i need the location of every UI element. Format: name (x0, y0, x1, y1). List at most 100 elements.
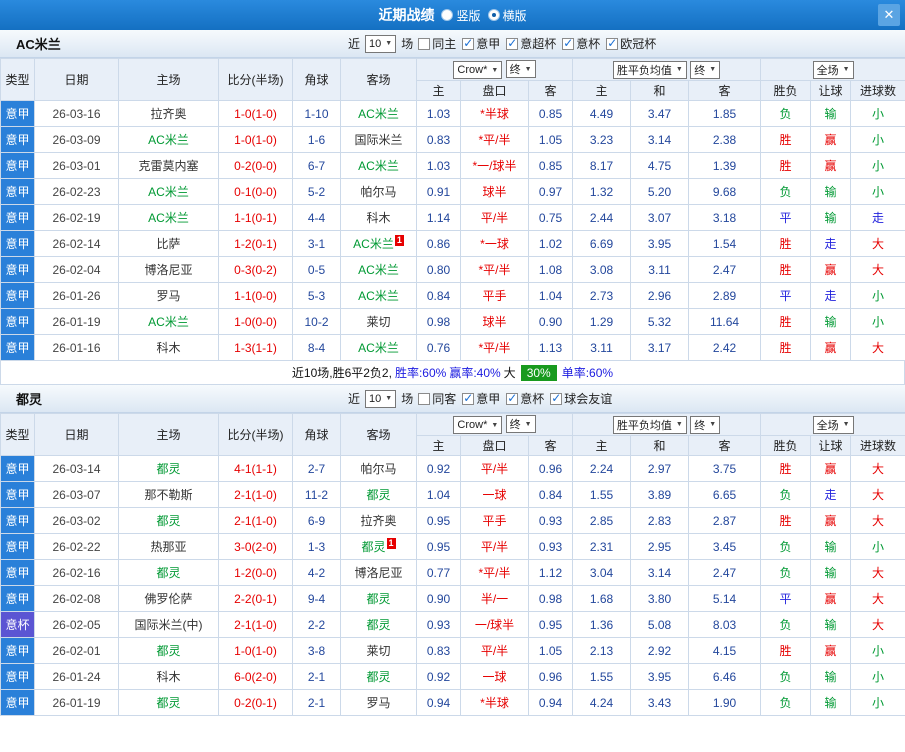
avg-draw-cell: 2.96 (630, 282, 690, 309)
filter-checkbox[interactable]: 球会友谊 (550, 390, 612, 407)
goals-cell: 小 (850, 100, 905, 127)
avg-final-select[interactable]: 终 ▼ (690, 60, 721, 79)
close-button[interactable]: ✕ (878, 4, 900, 26)
checkbox-checked-icon (562, 36, 575, 50)
col-handicap: 盘口 (460, 80, 529, 101)
team-name: AC米兰 (353, 237, 394, 251)
matches-table: 类型 日期 主场 比分(半场) 角球 客场 Crow* ▼ 终 ▼ 胜平负均值 ▼ 终… (0, 58, 905, 361)
score-cell: 1-1(0-1) (218, 204, 293, 231)
match-row: 意甲 26-03-09 AC米兰 1-0(1-0) 1-6 国际米兰 0.83 *平/半 1.0… (0, 126, 905, 153)
filter-checkbox[interactable]: 意甲 (462, 390, 500, 407)
filter-checkbox[interactable]: 意杯 (506, 390, 544, 407)
corner-cell: 10-2 (292, 308, 341, 335)
odds-source-select[interactable]: Crow* ▼ (453, 61, 503, 79)
avg-home-cell: 3.08 (572, 256, 632, 283)
filter-checkbox[interactable]: 意杯 (562, 35, 600, 52)
col-away: 客场 (340, 58, 417, 101)
goals-cell: 大 (850, 611, 905, 638)
odds-group-header: Crow* ▼ 终 ▼ (415, 58, 574, 81)
avg-draw-cell: 2.83 (630, 507, 690, 534)
avg-away-cell: 6.46 (688, 663, 762, 690)
match-type-cell: 意甲 (0, 637, 35, 664)
let-result-cell: 输 (810, 559, 852, 586)
team-name: 都灵 (366, 592, 391, 606)
scope-select[interactable]: 全场 ▼ (812, 415, 854, 434)
date-cell: 26-01-19 (34, 308, 119, 335)
avg-final-select[interactable]: 终 ▼ (690, 415, 721, 434)
avg-away-cell: 2.47 (688, 256, 762, 283)
col-avg-draw: 和 (630, 435, 690, 456)
col-odds-away: 客 (527, 80, 574, 101)
team-name: 拉齐奥 (360, 514, 397, 528)
score-cell: 0-1(0-0) (218, 178, 293, 205)
avg-draw-cell: 3.47 (630, 100, 690, 127)
goals-cell: 小 (850, 533, 905, 560)
odds-away-cell: 0.93 (527, 533, 574, 560)
away-team-cell: 国际米兰 (340, 126, 417, 153)
filter-checkbox[interactable]: 意甲 (462, 35, 500, 52)
handicap-cell: 球半 (460, 178, 529, 205)
home-team-cell: 那不勒斯 (118, 481, 219, 508)
let-result-cell: 赢 (810, 334, 852, 361)
result-cell: 胜 (760, 308, 812, 335)
radio-vertical-layout[interactable]: 竖版 (441, 7, 481, 24)
result-cell: 负 (760, 100, 812, 127)
radio-icon (441, 9, 454, 21)
filter-checkbox[interactable]: 欧冠杯 (606, 35, 656, 52)
result-cell: 胜 (760, 256, 812, 283)
score-cell: 0-2(0-0) (218, 152, 293, 179)
date-cell: 26-02-22 (34, 533, 119, 560)
match-count-select[interactable]: 10 ▼ (365, 34, 397, 53)
avg-away-cell: 1.85 (688, 100, 762, 127)
away-team-cell: AC米兰 (340, 256, 417, 283)
filter-prefix: 近 (348, 37, 361, 51)
avg-source-select[interactable]: 胜平负均值 ▼ (612, 60, 687, 79)
filter-checkbox[interactable]: 意超杯 (506, 35, 556, 52)
radio-horizontal-layout[interactable]: 横版 (487, 7, 527, 24)
let-result-cell: 输 (810, 308, 852, 335)
date-cell: 26-03-09 (34, 126, 119, 153)
select-value: 全场 (816, 64, 839, 77)
chevron-down-icon: ▼ (842, 421, 850, 428)
handicap-cell: 平/半 (460, 204, 529, 231)
corner-cell: 4-4 (292, 204, 341, 231)
team-name: 国际米兰(中) (134, 618, 203, 632)
avg-away-cell: 1.90 (688, 689, 762, 716)
odds-away-cell: 1.08 (527, 256, 574, 283)
corner-cell: 4-2 (292, 559, 341, 586)
odds-final-select[interactable]: 终 ▼ (505, 415, 536, 433)
odds-away-cell: 1.12 (527, 559, 574, 586)
result-cell: 负 (760, 611, 812, 638)
let-result-cell: 输 (810, 663, 852, 690)
filter-checkbox[interactable]: 同客 (418, 390, 456, 407)
filter-checkbox[interactable]: 同主 (418, 35, 456, 52)
section-torino: 都灵 近 10 ▼ 场 同客意甲意杯球会友谊 类型 日期 主场 比分(半场) (0, 385, 905, 716)
avg-away-cell: 3.75 (688, 455, 762, 482)
match-type-cell: 意甲 (0, 455, 35, 482)
avg-source-select[interactable]: 胜平负均值 ▼ (612, 415, 687, 434)
scope-select[interactable]: 全场 ▼ (812, 60, 854, 79)
team-name: 佛罗伦萨 (144, 592, 193, 606)
let-result-cell: 输 (810, 533, 852, 560)
avg-group-header: 胜平负均值 ▼ 终 ▼ (572, 413, 762, 436)
avg-away-cell: 2.38 (688, 126, 762, 153)
let-result-cell: 赢 (810, 126, 852, 153)
team-name: 热那亚 (150, 540, 187, 554)
corner-cell: 0-5 (292, 256, 341, 283)
match-rows: 意甲 26-03-14 都灵 4-1(1-1) 2-7 帕尔马 0.92 平/半 0.96 2.2… (0, 455, 905, 716)
odds-source-select[interactable]: Crow* ▼ (453, 416, 503, 434)
team-name: AC米兰 (358, 107, 399, 121)
checkbox-label: 同客 (432, 392, 457, 406)
match-row: 意甲 26-03-16 拉齐奥 1-0(1-0) 1-10 AC米兰 1.03 *半球 0.85… (0, 100, 905, 127)
match-count-select[interactable]: 10 ▼ (365, 389, 397, 408)
avg-away-cell: 3.18 (688, 204, 762, 231)
odds-away-cell: 0.96 (527, 663, 574, 690)
date-cell: 26-02-19 (34, 204, 119, 231)
corner-cell: 2-1 (292, 663, 341, 690)
score-cell: 0-2(0-1) (218, 689, 293, 716)
avg-draw-cell: 3.07 (630, 204, 690, 231)
home-team-cell: 科木 (118, 663, 219, 690)
team-name: AC米兰 (148, 133, 189, 147)
team-name: 克雷莫内塞 (138, 159, 199, 173)
odds-final-select[interactable]: 终 ▼ (505, 60, 536, 78)
